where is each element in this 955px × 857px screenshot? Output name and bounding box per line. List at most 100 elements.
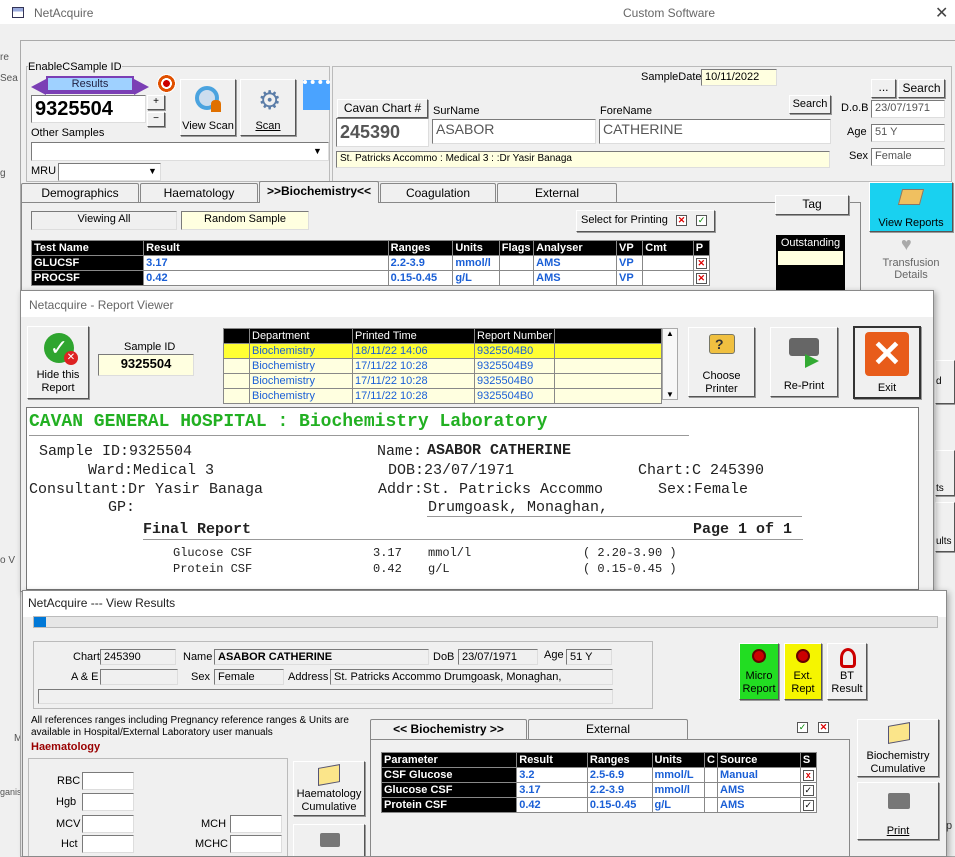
cross-icon[interactable]: ✕ <box>676 215 687 226</box>
cell[interactable]: 3.17 <box>143 255 389 271</box>
mch-field[interactable] <box>230 815 282 833</box>
age-field: 51 Y <box>566 649 612 665</box>
cross-icon[interactable]: ✕ <box>818 722 829 733</box>
ellipsis-button[interactable]: ... <box>871 79 896 98</box>
scroll-down-icon[interactable]: ▼ <box>663 390 677 399</box>
mcv-field[interactable] <box>82 815 134 833</box>
rbc-field[interactable] <box>82 772 134 790</box>
view-scan-button[interactable]: View Scan <box>180 79 236 136</box>
table-row[interactable]: Biochemistry 17/11/22 10:28 9325504B0 <box>223 388 662 404</box>
grid-header: Analyser <box>533 240 617 256</box>
spin-down-button[interactable]: − <box>147 112 165 127</box>
table-row[interactable]: PROCSF 0.42 0.15-0.45 g/L AMS VP ✕ <box>30 270 711 286</box>
tab-haematology[interactable]: Haematology <box>140 183 258 203</box>
ext-rept-button[interactable]: Ext. Rept <box>784 643 822 700</box>
status-checkbox[interactable]: ✓ <box>799 782 818 798</box>
dob-label: D.o.B <box>841 102 869 114</box>
haematology-cumulative-button[interactable]: Haematology Cumulative <box>293 761 365 816</box>
chevron-down-icon[interactable]: ▼ <box>148 166 157 176</box>
table-row[interactable]: GLUCSF 3.17 2.2-3.9 mmol/l AMS VP ✕ <box>30 255 711 271</box>
hide-report-button[interactable]: ✓ ✕ Hide this Report <box>27 326 89 399</box>
chevron-down-icon[interactable]: ▼ <box>313 146 322 156</box>
select-for-printing[interactable]: Select for Printing ✕ ✓ <box>576 210 715 232</box>
status-checkbox[interactable]: ✓ <box>799 797 818 813</box>
cell[interactable]: 0.42 <box>143 270 389 286</box>
exit-button[interactable]: ✕ Exit <box>853 326 921 399</box>
surname-field[interactable]: ASABOR <box>432 119 596 144</box>
close-icon[interactable]: ✕ <box>935 3 948 23</box>
haematology-print-button[interactable] <box>293 824 365 856</box>
micro-report-button[interactable]: Micro Report <box>739 643 779 700</box>
table-row[interactable]: Protein CSF 0.42 0.15-0.45 g/L AMS ✓ <box>380 797 818 813</box>
report-list-scrollbar[interactable]: ▲ ▼ <box>662 328 678 400</box>
cell: g/L <box>651 797 705 813</box>
hgb-field[interactable] <box>82 793 134 811</box>
cell <box>642 255 694 271</box>
search-button-2[interactable]: Search <box>789 95 831 114</box>
chart-number-field[interactable]: 245390 <box>336 118 429 147</box>
table-row[interactable]: Biochemistry 17/11/22 10:28 9325504B0 <box>223 373 662 389</box>
print-checkbox[interactable]: ✕ <box>692 270 711 286</box>
side-button-3[interactable]: ults <box>935 502 955 552</box>
hct-field[interactable] <box>82 835 134 853</box>
spin-up-button[interactable]: + <box>147 95 165 110</box>
table-row[interactable]: CSF Glucose 3.2 2.5-6.9 mmol/L Manual x <box>380 767 818 783</box>
sample-id-input[interactable]: 9325504 <box>31 95 146 123</box>
forename-field[interactable]: CATHERINE <box>599 119 831 144</box>
mchc-field[interactable] <box>230 835 282 853</box>
sample-date-field[interactable]: 10/11/2022 <box>701 69 777 86</box>
tab-biochemistry[interactable]: << Biochemistry >> <box>370 719 527 739</box>
side-button-2[interactable]: ts <box>935 450 955 496</box>
viewing-all-label[interactable]: Viewing All <box>31 211 177 230</box>
forename-label: ForeName <box>600 105 652 117</box>
cell: Protein CSF <box>380 797 518 813</box>
scroll-up-icon[interactable]: ▲ <box>663 329 677 338</box>
biochemistry-cumulative-button[interactable]: Biochemistry Cumulative <box>857 719 939 777</box>
final-report-rule <box>143 539 803 540</box>
reference-note: All references ranges including Pregnanc… <box>31 715 349 738</box>
bt-result-button[interactable]: BT Result <box>827 643 867 700</box>
chart-number-button[interactable]: Cavan Chart # <box>337 99 428 118</box>
scan-button[interactable]: ⚙ Scan <box>240 79 296 136</box>
table-row[interactable]: Glucose CSF 3.17 2.2-3.9 mmol/l AMS ✓ <box>380 782 818 798</box>
choose-printer-button[interactable]: ? Choose Printer <box>688 327 755 397</box>
haematology-heading: Haematology <box>31 741 101 753</box>
status-checkbox[interactable]: x <box>799 767 818 783</box>
table-row[interactable]: Biochemistry 18/11/22 14:06 9325504B0 <box>223 343 662 359</box>
random-sample-label[interactable]: Random Sample <box>181 211 309 230</box>
table-row[interactable]: Biochemistry 17/11/22 10:28 9325504B9 <box>223 358 662 374</box>
results-button[interactable]: Results <box>46 76 134 94</box>
tab-biochemistry[interactable]: >>Biochemistry<< <box>259 181 379 203</box>
address-rule <box>427 516 802 517</box>
mru-dropdown[interactable] <box>58 163 161 181</box>
cell: 0.15-0.45 <box>586 797 653 813</box>
print-checkbox[interactable]: ✕ <box>692 255 711 271</box>
dob-field: 23/07/1971 <box>458 649 538 665</box>
tab-external[interactable]: External <box>497 183 617 203</box>
cell: 2.2-3.9 <box>387 255 454 271</box>
side-button-1[interactable]: d <box>935 360 955 404</box>
results-arrow-left-icon[interactable] <box>31 79 46 95</box>
transfusion-details-label[interactable]: Transfusion Details <box>876 257 946 281</box>
address-label: Address <box>288 671 329 683</box>
tag-button[interactable]: Tag <box>775 195 849 215</box>
results-arrow-right-icon[interactable] <box>134 79 149 95</box>
check-icon[interactable]: ✓ <box>797 722 808 733</box>
target-icon[interactable] <box>157 74 176 93</box>
other-samples-dropdown[interactable] <box>31 142 329 161</box>
tab-demographics[interactable]: Demographics <box>21 183 139 203</box>
view-reports-button[interactable]: View Reports <box>869 182 953 232</box>
check-icon[interactable]: ✓ <box>696 215 707 226</box>
no-entry-icon: ✕ <box>64 351 78 365</box>
reprint-button[interactable]: Re-Print <box>770 327 838 397</box>
grid-header: S <box>799 752 818 768</box>
red-light-icon <box>796 649 810 663</box>
tab-coagulation[interactable]: Coagulation <box>380 183 496 203</box>
view-results-title: NetAcquire --- View Results <box>28 596 176 610</box>
print-button[interactable]: Print <box>857 782 939 840</box>
search-button[interactable]: Search <box>898 79 945 98</box>
tab-external[interactable]: External <box>528 719 688 739</box>
notepad-icon[interactable] <box>303 80 330 110</box>
grid-header: Ranges <box>586 752 653 768</box>
outstanding-box: Outstanding <box>776 235 845 295</box>
